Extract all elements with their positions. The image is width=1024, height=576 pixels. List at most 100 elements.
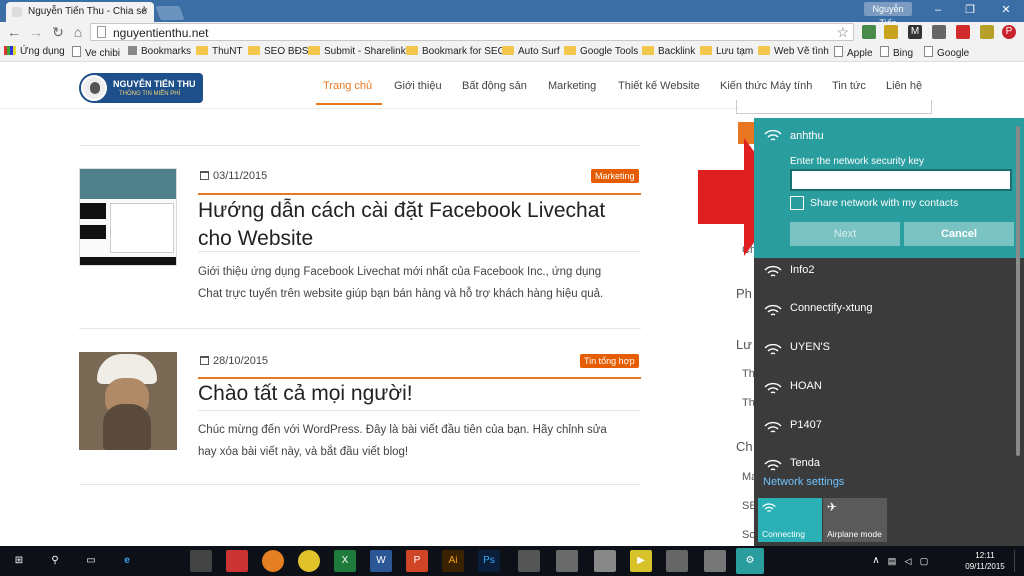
bookmark-item[interactable]: Backlink [642, 46, 695, 57]
nav-item-news[interactable]: Tin tức [832, 80, 866, 92]
system-clock[interactable]: 12:11 09/11/2015 [960, 550, 1010, 572]
network-name: P1407 [790, 419, 822, 431]
network-name: Connectify-xtung [790, 302, 873, 314]
firefox-icon[interactable] [262, 550, 284, 572]
bookmark-item[interactable]: Bookmark for SEO [406, 46, 505, 57]
category-badge[interactable]: Marketing [591, 169, 639, 183]
bookmark-item[interactable]: Apple [834, 46, 873, 59]
network-name: HOAN [790, 380, 822, 392]
photoshop-icon[interactable]: Ps [478, 550, 500, 572]
bookmark-star-icon[interactable]: ☆ [836, 24, 849, 41]
bookmark-item[interactable]: Submit - Sharelink [308, 46, 406, 57]
post-title[interactable]: Hướng dẫn cách cài đặt Facebook Livechat… [198, 197, 605, 253]
chrome-icon[interactable] [298, 550, 320, 572]
post-excerpt: Chúc mừng đến với WordPress. Đây là bài … [198, 424, 607, 458]
app-icon[interactable] [226, 550, 248, 572]
edge-icon[interactable]: e [116, 550, 138, 572]
post-thumbnail[interactable] [79, 168, 177, 266]
post-thumbnail[interactable] [79, 352, 177, 450]
network-name: Info2 [790, 264, 815, 276]
extension-icon[interactable] [884, 25, 898, 39]
logo-title: NGUYỄN TIẾN THU [113, 79, 196, 89]
quick-action-airplane[interactable]: ✈ Airplane mode [823, 498, 887, 542]
bookmark-item[interactable]: SEO BĐS [248, 46, 308, 57]
sidebar-search-box[interactable] [736, 100, 932, 114]
selected-network-name: anhthu [790, 130, 824, 142]
excel-icon[interactable]: X [334, 550, 356, 572]
search-icon[interactable]: ⚲ [44, 550, 66, 572]
bookmark-item[interactable]: Lưu tạm [700, 46, 753, 57]
category-badge[interactable]: Tin tổng hợp [580, 354, 639, 368]
extension-icon[interactable] [932, 25, 946, 39]
start-icon[interactable]: ⊞ [8, 550, 30, 572]
app-icon[interactable] [594, 550, 616, 572]
forward-icon[interactable]: → [28, 24, 44, 40]
bookmark-item[interactable]: Ve chibi [72, 46, 120, 59]
extension-icon[interactable]: M [908, 25, 922, 39]
settings-icon[interactable]: ⚙ [736, 548, 764, 574]
tab-close-icon[interactable]: × [142, 5, 148, 17]
flyout-scrollbar[interactable] [1016, 126, 1020, 456]
close-window-icon[interactable]: ✕ [988, 0, 1024, 20]
minimize-icon[interactable]: – [924, 0, 952, 20]
app-icon[interactable] [518, 550, 540, 572]
new-tab-button[interactable] [155, 6, 185, 20]
extension-icon[interactable] [862, 25, 876, 39]
quick-action-wifi[interactable]: Connecting [758, 498, 822, 542]
security-key-input[interactable] [790, 169, 1012, 191]
restore-icon[interactable]: ❐ [956, 0, 984, 20]
next-button[interactable]: Next [790, 222, 900, 246]
bookmark-item[interactable]: Google [924, 46, 969, 59]
app-icon[interactable] [556, 550, 578, 572]
network-name: Tenda [790, 457, 820, 467]
home-icon[interactable]: ⌂ [70, 24, 86, 40]
reload-icon[interactable]: ↻ [50, 24, 66, 40]
network-name: UYEN'S [790, 341, 830, 353]
pinterest-icon[interactable]: P [1002, 25, 1016, 39]
nav-item-contact[interactable]: Liên hệ [886, 80, 922, 92]
cancel-button[interactable]: Cancel [904, 222, 1014, 246]
bookmark-item[interactable]: Bing [880, 46, 913, 59]
bookmark-item[interactable]: Ứng dụng [4, 46, 65, 57]
tray-chevron-icon[interactable]: ∧ [870, 550, 882, 572]
site-logo[interactable]: NGUYỄN TIẾN THU THÔNG TIN MIỄN PHÍ [79, 73, 203, 103]
show-desktop-button[interactable] [1014, 550, 1024, 572]
nav-item-web-design[interactable]: Thiết kế Website [618, 80, 700, 92]
wifi-icon [764, 129, 782, 141]
bookmark-item[interactable]: Bookmarks [128, 46, 191, 57]
nav-item-home[interactable]: Trang chủ [323, 80, 372, 92]
share-network-checkbox[interactable] [790, 196, 804, 210]
profile-badge[interactable]: Nguyễn Tiến [864, 2, 912, 28]
post-accent-line [198, 193, 641, 195]
nav-item-marketing[interactable]: Marketing [548, 80, 596, 92]
nav-item-real-estate[interactable]: Bất động sản [462, 80, 527, 92]
nav-item-about[interactable]: Giới thiệu [394, 80, 442, 92]
sidebar-link[interactable]: Th [742, 397, 755, 409]
address-bar[interactable]: nguyentienthu.net ☆ [90, 23, 854, 41]
post-title[interactable]: Chào tất cả mọi người! [198, 380, 413, 408]
powerpoint-icon[interactable]: P [406, 550, 428, 572]
word-icon[interactable]: W [370, 550, 392, 572]
back-icon[interactable]: ← [6, 24, 22, 40]
sidebar-link[interactable]: Th [742, 368, 755, 380]
store-icon[interactable] [190, 550, 212, 572]
notification-icon[interactable]: ▢ [918, 550, 930, 572]
bookmark-item[interactable]: Auto Surf [502, 46, 560, 57]
network-tray-icon[interactable]: ▤ [886, 550, 898, 572]
nav-item-computer[interactable]: Kiến thức Máy tính [720, 80, 812, 92]
bookmark-item[interactable]: Web Vẽ tình [758, 46, 829, 57]
network-settings-link[interactable]: Network settings [763, 476, 844, 488]
illustrator-icon[interactable]: Ai [442, 550, 464, 572]
app-icon[interactable] [666, 550, 688, 572]
bookmark-item[interactable]: Google Tools [564, 46, 638, 57]
video-icon[interactable]: ▶ [630, 550, 652, 572]
task-view-icon[interactable]: ▭ [80, 550, 102, 572]
extension-icon[interactable] [956, 25, 970, 39]
page-info-icon[interactable] [97, 26, 106, 38]
bookmark-item[interactable]: ThuNT [196, 46, 243, 57]
volume-icon[interactable]: ◁ [902, 550, 914, 572]
app-icon[interactable] [704, 550, 726, 572]
browser-tab[interactable]: Nguyễn Tiến Thu - Chia sẻ × [6, 2, 154, 22]
extension-icon[interactable] [980, 25, 994, 39]
clock-time: 12:11 [975, 551, 995, 560]
